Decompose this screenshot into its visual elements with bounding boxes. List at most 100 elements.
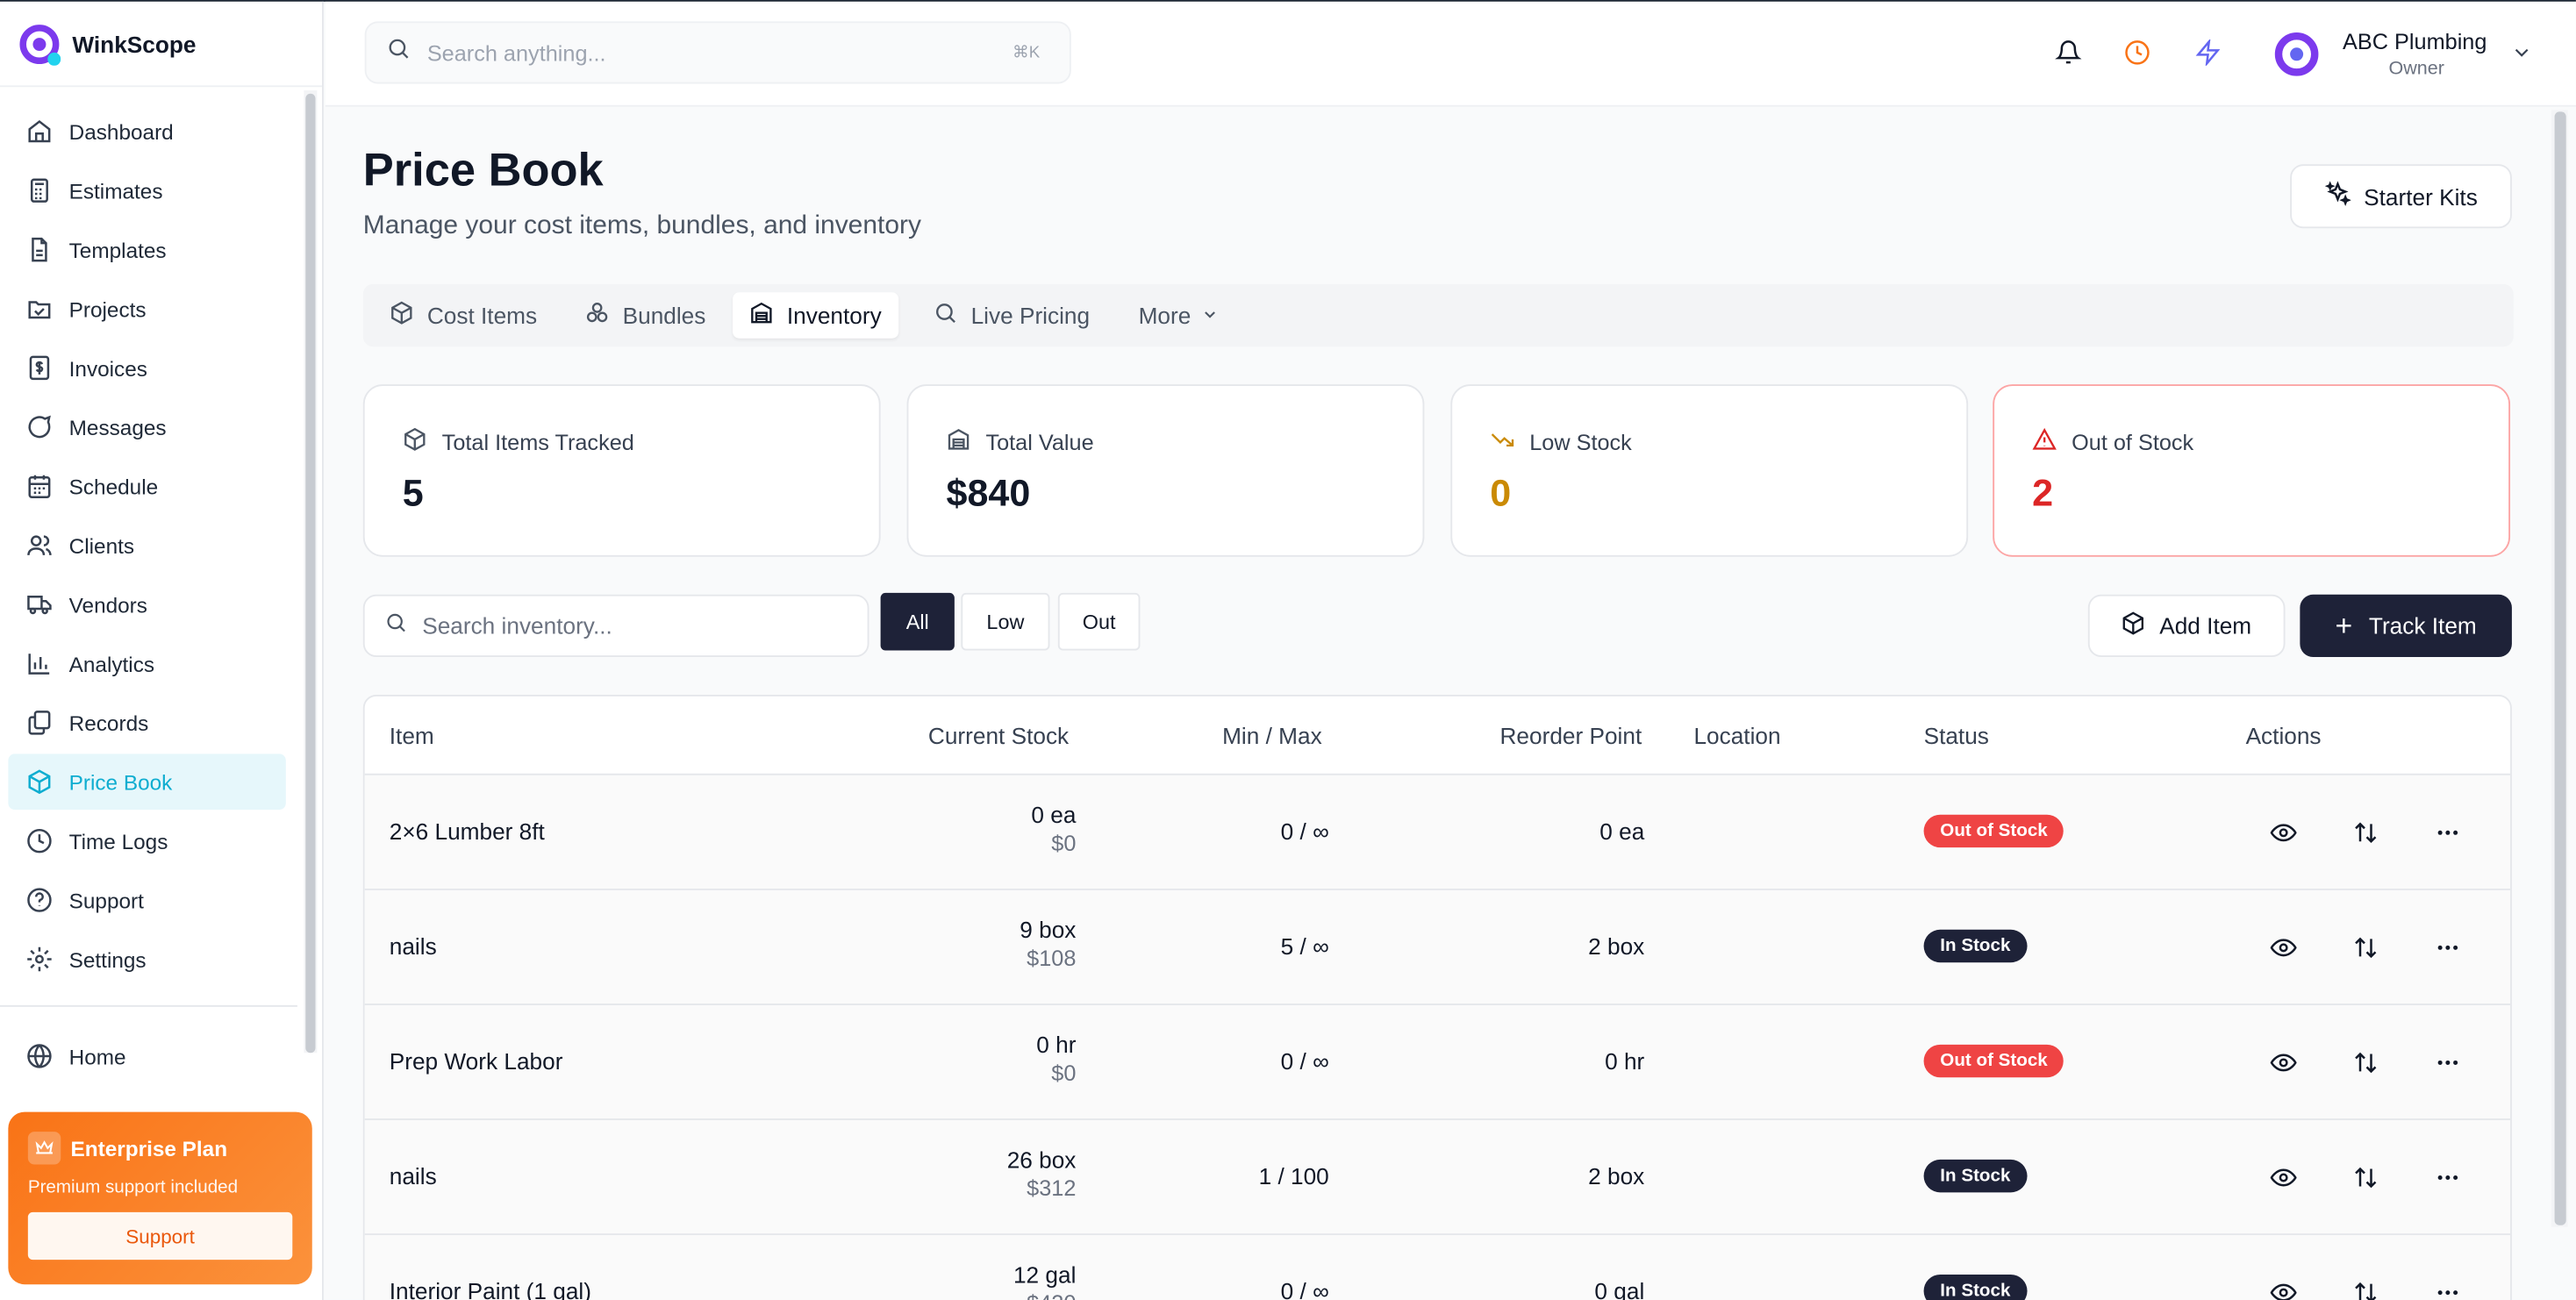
sidebar-item-label: Clients xyxy=(68,532,135,558)
table-row[interactable]: Interior Paint (1 gal) 12 gal$420 0 / ∞ … xyxy=(364,1233,2511,1300)
inventory-search-input[interactable]: Search inventory... xyxy=(362,594,869,657)
lightning-icon[interactable] xyxy=(2193,38,2223,68)
sidebar-scrollbar-thumb[interactable] xyxy=(305,93,316,1054)
column-header-min-max[interactable]: Min / Max xyxy=(1222,723,1322,749)
calendar-icon xyxy=(26,473,53,499)
sidebar-item-vendors[interactable]: Vendors xyxy=(8,576,285,632)
adjust-stock-icon[interactable] xyxy=(2352,1165,2379,1191)
item-name: nails xyxy=(389,932,437,960)
filter-out-button[interactable]: Out xyxy=(1057,592,1141,651)
more-icon[interactable] xyxy=(2435,819,2461,846)
sidebar-item-records[interactable]: Records xyxy=(8,695,285,751)
sidebar-item-support[interactable]: Support xyxy=(8,872,285,928)
adjust-stock-icon[interactable] xyxy=(2352,1049,2379,1075)
sidebar-item-time-logs[interactable]: Time Logs xyxy=(8,813,285,869)
starter-kits-label: Starter Kits xyxy=(2364,182,2478,210)
sidebar-item-settings[interactable]: Settings xyxy=(8,932,285,988)
stock-value: $420 xyxy=(1013,1291,1076,1300)
stock-qty: 12 gal xyxy=(1013,1261,1077,1288)
sidebar-item-label: Estimates xyxy=(68,178,163,204)
column-header-location[interactable]: Location xyxy=(1693,723,1780,749)
sidebar-item-dashboard[interactable]: Dashboard xyxy=(8,104,285,160)
sidebar-item-analytics[interactable]: Analytics xyxy=(8,636,285,692)
eye-icon[interactable] xyxy=(2270,1280,2297,1300)
min-max: 1 / 100 xyxy=(1258,1162,1329,1189)
eye-icon[interactable] xyxy=(2270,1165,2297,1191)
more-icon[interactable] xyxy=(2435,1280,2461,1300)
table-row[interactable]: nails 26 box $312 1 / 100 2 box In Stock xyxy=(364,1118,2511,1234)
sidebar-item-home[interactable]: Home xyxy=(8,1028,285,1084)
main-scrollbar-thumb[interactable] xyxy=(2554,111,2566,1225)
filter-all-button[interactable]: All xyxy=(880,592,955,651)
sidebar-item-projects[interactable]: Projects xyxy=(8,281,285,337)
stat-total-value: Total Value $840 xyxy=(906,384,1425,557)
eye-icon[interactable] xyxy=(2270,934,2297,961)
add-item-button[interactable]: Add Item xyxy=(2087,594,2286,657)
column-header-item[interactable]: Item xyxy=(390,723,434,749)
stat-label: Out of Stock xyxy=(2072,429,2194,454)
tab-cost-items[interactable]: Cost Items xyxy=(373,292,554,338)
warehouse-icon xyxy=(749,301,787,331)
adjust-stock-icon[interactable] xyxy=(2352,1280,2379,1300)
filter-low-button[interactable]: Low xyxy=(961,592,1050,651)
sidebar-item-schedule[interactable]: Schedule xyxy=(8,458,285,514)
tab-live-pricing[interactable]: Live Pricing xyxy=(917,292,1106,338)
adjust-stock-icon[interactable] xyxy=(2352,934,2379,961)
adjust-stock-icon[interactable] xyxy=(2352,819,2379,846)
bell-icon[interactable] xyxy=(2054,38,2084,68)
status-badge: In Stock xyxy=(1923,1274,2028,1300)
gear-icon xyxy=(26,946,53,973)
starter-kits-button[interactable]: Starter Kits xyxy=(2290,164,2512,229)
track-item-button[interactable]: + Track Item xyxy=(2300,594,2512,657)
page-title: Price Book xyxy=(362,144,604,196)
column-header-reorder-point[interactable]: Reorder Point xyxy=(1500,723,1642,749)
chevron-down-icon[interactable] xyxy=(2510,41,2533,73)
clock-icon[interactable] xyxy=(2122,38,2152,68)
plan-subtitle: Premium support included xyxy=(27,1177,239,1197)
app-window: WinkScope Dashboard Estimates Templates … xyxy=(0,0,2576,1300)
brand[interactable]: WinkScope xyxy=(0,2,322,88)
box-icon xyxy=(390,301,427,331)
sidebar-item-clients[interactable]: Clients xyxy=(8,518,285,574)
sidebar-nav: Dashboard Estimates Templates Projects I… xyxy=(8,104,286,990)
plan-title: Enterprise Plan xyxy=(70,1135,228,1161)
stock-qty: 0 ea xyxy=(1031,801,1077,828)
table-row[interactable]: nails 9 box $108 5 / ∞ 2 box In Stock xyxy=(364,888,2511,1004)
sidebar-item-label: Templates xyxy=(68,237,167,262)
more-icon[interactable] xyxy=(2435,1165,2461,1191)
reorder-point: 2 box xyxy=(1588,932,1645,960)
user-role: Owner xyxy=(2388,59,2444,79)
plan-support-button[interactable]: Support xyxy=(27,1211,293,1261)
warning-icon xyxy=(2032,427,2072,457)
inventory-table: Item Current Stock Min / Max Reorder Poi… xyxy=(362,695,2512,1300)
sidebar-item-invoices[interactable]: Invoices xyxy=(8,340,285,396)
eye-icon[interactable] xyxy=(2270,1049,2297,1075)
more-icon[interactable] xyxy=(2435,1049,2461,1075)
tab-bundles[interactable]: Bundles xyxy=(569,292,722,338)
user-name[interactable]: ABC Plumbing xyxy=(2343,30,2487,54)
min-max: 0 / ∞ xyxy=(1280,1047,1329,1075)
sidebar-item-messages[interactable]: Messages xyxy=(8,399,285,455)
global-search-input[interactable]: Search anything... ⌘K xyxy=(364,21,1071,84)
sidebar-item-estimates[interactable]: Estimates xyxy=(8,162,285,218)
column-header-current-stock[interactable]: Current Stock xyxy=(928,723,1069,749)
min-max: 0 / ∞ xyxy=(1280,1277,1329,1300)
tab-label: More xyxy=(1138,302,1191,329)
sidebar-item-label: Settings xyxy=(68,946,147,972)
sidebar-item-label: Projects xyxy=(68,296,147,322)
status-badge: Out of Stock xyxy=(1923,1044,2064,1078)
chevron-down-icon xyxy=(1201,303,1233,329)
min-max: 0 / ∞ xyxy=(1280,818,1329,845)
more-icon[interactable] xyxy=(2435,934,2461,961)
table-row[interactable]: Prep Work Labor 0 hr $0 0 / ∞ 0 hr Out of… xyxy=(364,1004,2511,1119)
avatar[interactable] xyxy=(2273,32,2319,77)
sidebar-item-price-book[interactable]: Price Book xyxy=(8,754,286,811)
tab-more[interactable]: More xyxy=(1122,292,1249,338)
column-header-status[interactable]: Status xyxy=(1924,723,1989,749)
table-row[interactable]: 2×6 Lumber 8ft 0 ea $0 0 / ∞ 0 ea Out of … xyxy=(364,773,2511,889)
sidebar-item-label: Home xyxy=(68,1043,126,1068)
sidebar-item-label: Time Logs xyxy=(68,828,168,854)
sidebar-item-templates[interactable]: Templates xyxy=(8,222,285,278)
tab-inventory[interactable]: Inventory xyxy=(733,292,898,339)
eye-icon[interactable] xyxy=(2270,819,2297,846)
